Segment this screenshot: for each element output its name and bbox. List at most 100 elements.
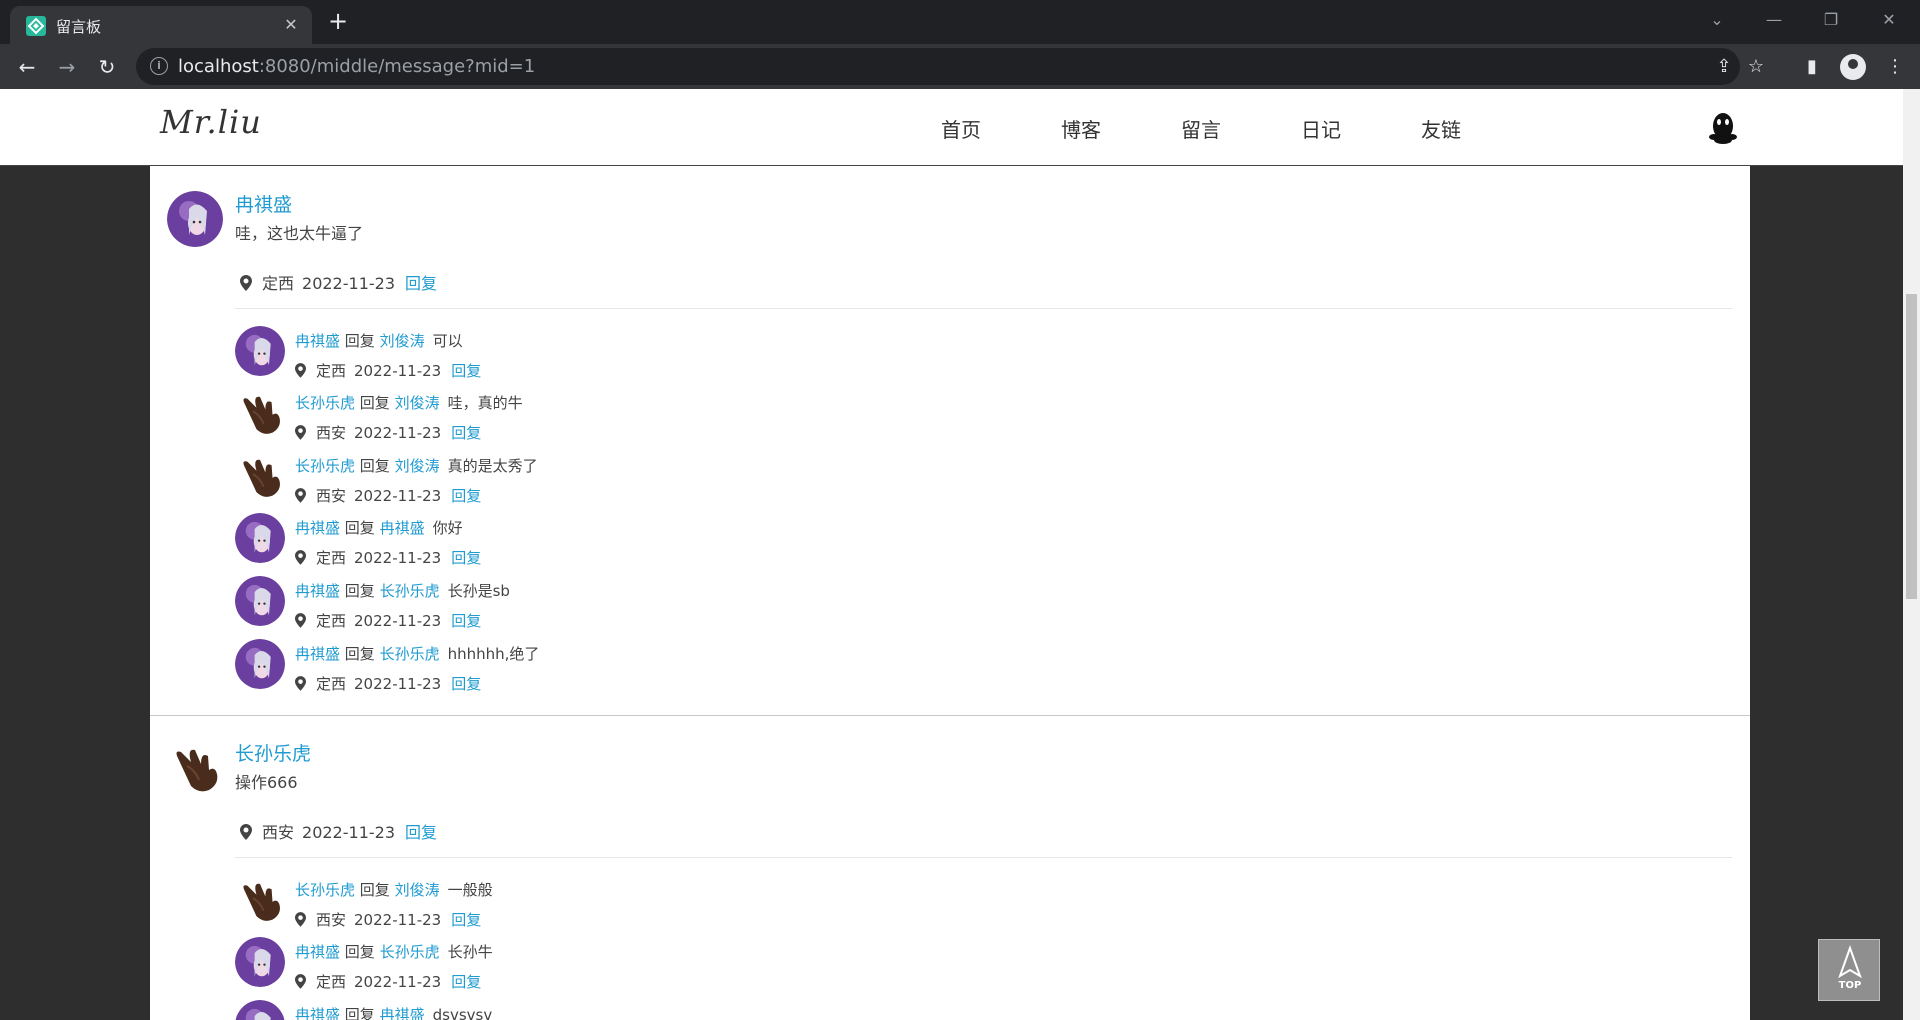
back-to-top-button[interactable]: TOP — [1818, 939, 1880, 1001]
avatar[interactable] — [235, 451, 285, 501]
avatar[interactable] — [235, 639, 285, 689]
reply-link[interactable]: 回复 — [405, 274, 437, 293]
browser-tab-bar: 留言板 ✕ + ⌄ — ❐ ✕ — [0, 0, 1920, 44]
site-favicon-icon — [26, 16, 46, 36]
message-author[interactable]: 冉祺盛 — [235, 190, 292, 217]
reply-link[interactable]: 回复 — [451, 675, 481, 693]
avatar[interactable] — [167, 191, 223, 247]
avatar[interactable] — [235, 1000, 285, 1020]
side-panel-icon[interactable]: ▮ — [1799, 54, 1825, 80]
reply-meta: 定西 2022-11-23 回复 — [295, 610, 481, 631]
reply-link[interactable]: 回复 — [451, 487, 481, 505]
reply-to[interactable]: 刘俊涛 — [395, 394, 440, 412]
reply-text: 哇，真的牛 — [447, 394, 523, 412]
back-icon[interactable]: ← — [12, 52, 42, 82]
reload-icon[interactable]: ↻ — [92, 52, 122, 82]
site-logo[interactable]: Mr.liu — [160, 103, 262, 141]
scrollbar-thumb[interactable] — [1906, 294, 1917, 599]
nav-message[interactable]: 留言 — [1181, 114, 1221, 143]
reply-text: 一般般 — [447, 881, 493, 899]
reply-text: 长孙牛 — [447, 943, 493, 961]
reply-to[interactable]: 冉祺盛 — [380, 519, 425, 537]
address-bar[interactable]: i localhost:8080/middle/message?mid=1 ⇪ … — [136, 48, 1764, 85]
nav-blog[interactable]: 博客 — [1061, 114, 1101, 143]
reply-from[interactable]: 冉祺盛 — [295, 582, 340, 600]
avatar[interactable] — [235, 576, 285, 626]
forward-icon[interactable]: → — [52, 52, 82, 82]
location-pin-icon — [295, 363, 306, 378]
page-viewport: Mr.liu 首页 博客 留言 日记 友链 冉祺盛 哇，这也太牛逼了 定西 20… — [0, 89, 1920, 1020]
reply-from[interactable]: 长孙乐虎 — [295, 394, 355, 412]
reply-line: 冉祺盛 回复 长孙乐虎 长孙牛 — [295, 943, 493, 961]
message-author[interactable]: 长孙乐虎 — [235, 739, 311, 766]
reply-text: 你好 — [432, 519, 463, 537]
reply-line: 冉祺盛 回复 长孙乐虎 长孙是sb — [295, 582, 510, 600]
reply-link[interactable]: 回复 — [405, 823, 437, 842]
reply-meta: 定西 2022-11-23 回复 — [295, 673, 481, 694]
reply-link[interactable]: 回复 — [451, 973, 481, 991]
reply-to[interactable]: 冉祺盛 — [380, 1006, 425, 1020]
avatar[interactable] — [235, 513, 285, 563]
nav-links[interactable]: 友链 — [1421, 114, 1461, 143]
location-pin-icon — [295, 425, 306, 440]
message-date: 2022-11-23 — [302, 274, 395, 293]
url-text[interactable]: localhost:8080/middle/message?mid=1 — [178, 56, 535, 77]
message-text: 哇，这也太牛逼了 — [235, 224, 364, 243]
reply-from[interactable]: 长孙乐虎 — [295, 881, 355, 899]
profile-avatar-icon[interactable] — [1840, 54, 1866, 80]
reply-from[interactable]: 冉祺盛 — [295, 943, 340, 961]
reply-link[interactable]: 回复 — [451, 424, 481, 442]
reply-to[interactable]: 刘俊涛 — [395, 457, 440, 475]
reply-line: 长孙乐虎 回复 刘俊涛 哇，真的牛 — [295, 394, 523, 412]
menu-kebab-icon[interactable]: ⋮ — [1882, 54, 1908, 80]
avatar[interactable] — [235, 875, 285, 925]
divider — [235, 308, 1732, 309]
avatar[interactable] — [235, 388, 285, 438]
reply-to[interactable]: 刘俊涛 — [395, 881, 440, 899]
nav-diary[interactable]: 日记 — [1301, 114, 1341, 143]
tab-search-icon[interactable]: ⌄ — [1694, 6, 1740, 34]
minimize-icon[interactable]: — — [1751, 6, 1797, 34]
reply-line: 冉祺盛 回复 刘俊涛 可以 — [295, 332, 463, 350]
avatar[interactable] — [235, 937, 285, 987]
qq-penguin-icon[interactable] — [1708, 111, 1738, 145]
reply-meta: 西安 2022-11-23 回复 — [295, 422, 481, 443]
browser-tab[interactable]: 留言板 ✕ — [10, 6, 312, 44]
reply-to[interactable]: 刘俊涛 — [380, 332, 425, 350]
share-icon[interactable]: ⇪ — [1712, 55, 1736, 79]
reply-from[interactable]: 冉祺盛 — [295, 645, 340, 663]
browser-toolbar: ← → ↻ i localhost:8080/middle/message?mi… — [0, 44, 1920, 89]
reply-from[interactable]: 冉祺盛 — [295, 1006, 340, 1020]
avatar[interactable] — [235, 326, 285, 376]
close-window-icon[interactable]: ✕ — [1866, 6, 1912, 34]
reply-meta: 定西 2022-11-23 回复 — [295, 360, 481, 381]
page-scrollbar[interactable] — [1903, 89, 1920, 1020]
reply-from[interactable]: 冉祺盛 — [295, 332, 340, 350]
message-location: 定西 — [262, 274, 295, 293]
reply-link[interactable]: 回复 — [451, 549, 481, 567]
bookmark-star-icon[interactable]: ☆ — [1744, 55, 1768, 79]
site-info-icon[interactable]: i — [150, 57, 168, 75]
rocket-up-icon — [1838, 945, 1862, 979]
location-pin-icon — [295, 974, 306, 989]
reply-from[interactable]: 长孙乐虎 — [295, 457, 355, 475]
close-tab-icon[interactable]: ✕ — [280, 14, 302, 36]
location-pin-icon — [295, 613, 306, 628]
reply-link[interactable]: 回复 — [451, 612, 481, 630]
message-meta: 定西 2022-11-23 回复 — [240, 270, 437, 294]
reply-to[interactable]: 长孙乐虎 — [380, 943, 440, 961]
reply-to[interactable]: 长孙乐虎 — [380, 582, 440, 600]
reply-link[interactable]: 回复 — [451, 911, 481, 929]
location-pin-icon — [295, 550, 306, 565]
restore-icon[interactable]: ❐ — [1808, 6, 1854, 34]
reply-from[interactable]: 冉祺盛 — [295, 519, 340, 537]
divider — [235, 857, 1732, 858]
new-tab-icon[interactable]: + — [324, 8, 352, 36]
site-header: Mr.liu 首页 博客 留言 日记 友链 — [0, 89, 1903, 166]
nav-home[interactable]: 首页 — [941, 114, 981, 143]
avatar[interactable] — [167, 740, 223, 796]
reply-link[interactable]: 回复 — [451, 362, 481, 380]
message-board: 冉祺盛 哇，这也太牛逼了 定西 2022-11-23 回复 冉祺盛 回复 刘俊涛 可以… — [150, 166, 1750, 1020]
reply-to[interactable]: 长孙乐虎 — [380, 645, 440, 663]
reply-text: dsvsvsv — [432, 1006, 493, 1020]
